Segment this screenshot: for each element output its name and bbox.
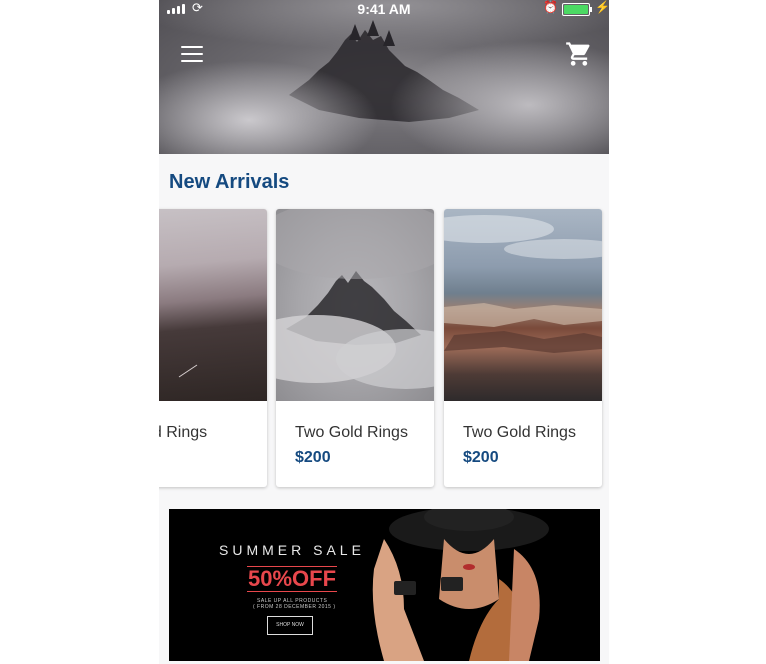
product-image <box>444 209 602 401</box>
app-screen: ⟳ 9:41 AM ⏰ ⚡ New Arrivals Gold Rings 0 <box>159 0 609 664</box>
product-name: Two Gold Rings <box>463 424 576 441</box>
status-bar: ⟳ 9:41 AM ⏰ ⚡ <box>159 0 609 18</box>
product-image <box>276 209 434 401</box>
product-card[interactable]: Gold Rings 0 <box>159 209 267 487</box>
product-name: Gold Rings <box>159 424 208 441</box>
charging-icon: ⚡ <box>595 0 609 14</box>
banner-date: ( FROM 28 DECEMBER 2015 ) <box>253 604 336 610</box>
model-photo <box>372 509 549 661</box>
hamburger-menu-icon[interactable] <box>181 46 203 62</box>
product-card[interactable]: Two Gold Rings $200 <box>276 209 434 487</box>
status-time: 9:41 AM <box>357 1 411 17</box>
shop-now-button[interactable]: SHOP NOW <box>267 616 313 635</box>
summer-sale-banner[interactable]: SUMMER SALE 50%OFF SALE UP ALL PRODUCTS … <box>169 509 600 661</box>
product-image <box>159 209 267 401</box>
battery-icon <box>562 3 592 16</box>
section-title: New Arrivals <box>169 171 290 193</box>
banner-discount: 50%OFF <box>247 566 338 592</box>
alarm-icon: ⏰ <box>543 0 558 14</box>
hero-image: ⟳ 9:41 AM ⏰ ⚡ <box>159 0 609 154</box>
banner-title: SUMMER SALE <box>219 542 365 558</box>
product-price: $200 <box>295 449 331 466</box>
product-name: Two Gold Rings <box>295 424 408 441</box>
shopping-cart-icon[interactable] <box>565 40 593 68</box>
product-card[interactable]: Two Gold Rings $200 <box>444 209 602 487</box>
product-price: $200 <box>463 449 499 466</box>
